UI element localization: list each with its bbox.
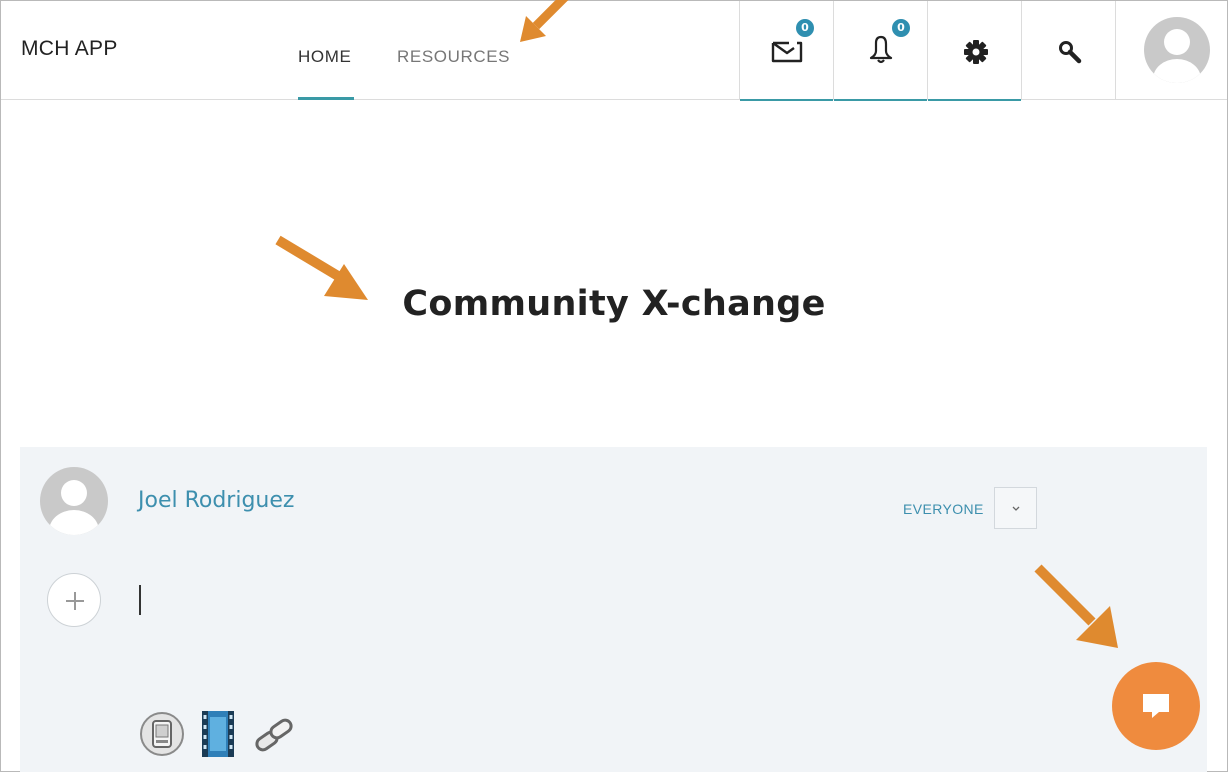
audience-label[interactable]: EVERYONE <box>903 501 984 517</box>
search-icon <box>1059 41 1082 64</box>
post-composer: Joel Rodriguez EVERYONE <box>20 447 1207 772</box>
composer-avatar <box>40 467 108 535</box>
chevron-down-icon <box>1012 506 1020 511</box>
video-attachment-icon[interactable] <box>198 709 238 759</box>
page-title: Community X-change <box>402 284 826 324</box>
post-text-input[interactable] <box>139 585 141 615</box>
avatar-silhouette-icon <box>49 480 99 535</box>
notifications-button[interactable]: 0 <box>833 1 927 101</box>
active-tab-indicator <box>298 97 354 100</box>
gear-icon <box>964 40 988 64</box>
search-button[interactable] <box>1021 1 1115 100</box>
chat-fab-button[interactable] <box>1112 662 1200 750</box>
add-content-button[interactable] <box>47 573 101 627</box>
nav-tab-home[interactable]: HOME <box>298 47 351 67</box>
plus-icon <box>66 592 84 610</box>
avatar-silhouette-icon <box>1153 29 1201 83</box>
messages-button[interactable]: 0 <box>739 1 833 101</box>
app-brand[interactable]: MCH APP <box>21 37 118 61</box>
annotation-arrow-resources <box>520 0 569 42</box>
bell-icon <box>869 35 893 64</box>
mail-icon <box>771 41 803 63</box>
nav-tab-resources[interactable]: RESOURCES <box>397 47 510 67</box>
link-attachment-icon[interactable] <box>250 713 300 757</box>
composer-user-name[interactable]: Joel Rodriguez <box>138 488 294 513</box>
annotation-arrow-chat <box>1034 564 1118 648</box>
user-avatar <box>1144 17 1210 83</box>
top-header: MCH APP HOME RESOURCES 0 0 <box>1 1 1227 101</box>
phone-attachment-icon[interactable] <box>139 711 185 757</box>
profile-menu-button[interactable] <box>1115 1 1227 100</box>
audience-dropdown-button[interactable] <box>994 487 1037 529</box>
annotation-arrow-title <box>275 235 368 300</box>
notifications-count-badge: 0 <box>890 17 912 39</box>
messages-count-badge: 0 <box>794 17 816 39</box>
chat-bubble-icon <box>1143 694 1169 718</box>
settings-button[interactable] <box>927 1 1021 101</box>
